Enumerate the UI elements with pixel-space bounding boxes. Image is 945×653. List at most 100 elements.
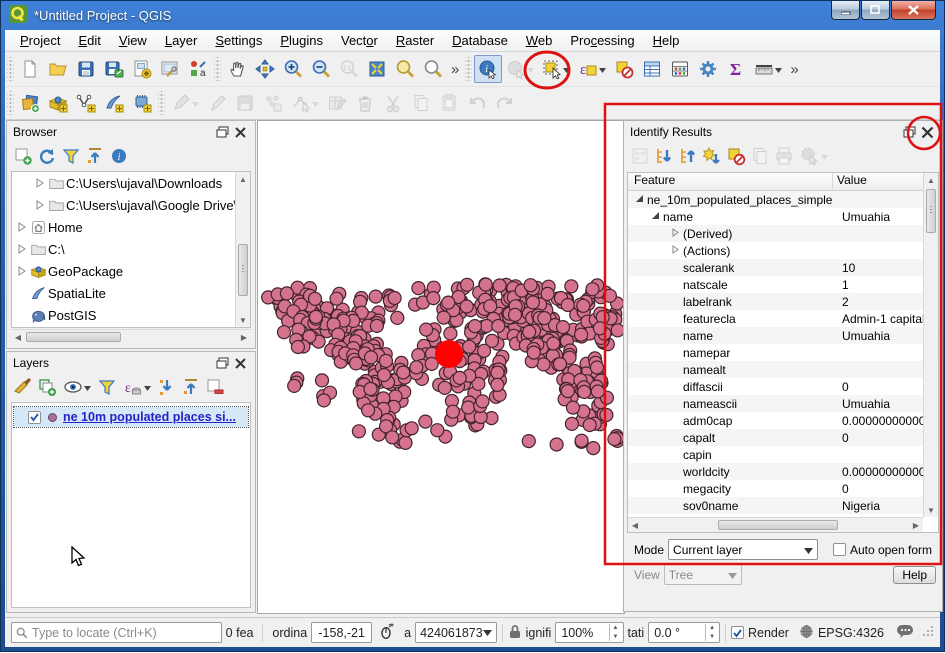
remove-layer-button[interactable] xyxy=(203,375,227,399)
new-layout-button[interactable] xyxy=(128,55,156,83)
identify-row[interactable]: featureclaAdmin-1 capital xyxy=(628,310,938,327)
filter-expression-button[interactable]: ε xyxy=(119,375,155,399)
messages-icon[interactable] xyxy=(896,624,914,641)
browser-item[interactable]: MSSQL xyxy=(12,326,250,328)
deselect-button[interactable] xyxy=(610,55,638,83)
refresh-button[interactable] xyxy=(35,144,59,168)
select-expression-button[interactable]: ε xyxy=(574,55,610,83)
float-panel-icon[interactable] xyxy=(213,124,231,140)
restore-button[interactable] xyxy=(861,1,890,20)
collapse-all-button[interactable] xyxy=(179,375,203,399)
auto-open-form-checkbox[interactable] xyxy=(833,543,846,556)
identify-vertical-scrollbar[interactable]: ▲▼ xyxy=(923,173,938,517)
mode-combobox[interactable]: Current layer xyxy=(668,539,818,560)
processing-toolbox-button[interactable] xyxy=(694,55,722,83)
locator-search-input[interactable]: Type to locate (Ctrl+K) xyxy=(11,622,222,643)
statistics-sum-button[interactable]: Σ xyxy=(722,55,750,83)
menu-processing[interactable]: Processing xyxy=(561,31,643,50)
magnifier-spinbox[interactable]: 100% ▲▼ xyxy=(555,622,623,643)
folder-open-button[interactable] xyxy=(44,55,72,83)
project-new-button[interactable] xyxy=(16,55,44,83)
layout-manager-button[interactable] xyxy=(156,55,184,83)
identify-row[interactable]: natscale1 xyxy=(628,276,938,293)
identify-row[interactable]: sov0nameNigeria xyxy=(628,497,938,514)
menu-plugins[interactable]: Plugins xyxy=(271,31,332,50)
zoom-selection-button[interactable] xyxy=(391,55,419,83)
lock-scale-icon[interactable] xyxy=(508,624,522,642)
save-button[interactable] xyxy=(72,55,100,83)
layer-item[interactable]: ne 10m populated places si... xyxy=(14,407,248,427)
column-header-feature[interactable]: Feature xyxy=(628,173,833,190)
float-panel-icon[interactable] xyxy=(900,124,918,140)
expand-all-button[interactable] xyxy=(155,375,179,399)
data-source-manager-button[interactable] xyxy=(16,89,44,117)
expander-icon[interactable] xyxy=(34,176,46,191)
new-shapefile-button[interactable] xyxy=(72,89,100,117)
scale-combobox[interactable]: 424061873 xyxy=(415,622,497,643)
styling-brush-button[interactable] xyxy=(11,375,35,399)
menu-vector[interactable]: Vector xyxy=(332,31,387,50)
browser-item[interactable]: SpatiaLite xyxy=(12,282,250,304)
browser-item[interactable]: C:\ xyxy=(12,238,250,260)
float-panel-icon[interactable] xyxy=(213,355,231,371)
select-features-button[interactable] xyxy=(538,55,574,83)
identify-button[interactable]: i xyxy=(474,55,502,83)
browser-vertical-scrollbar[interactable]: ▲▼ xyxy=(235,172,250,327)
toolbar-overflow[interactable]: » xyxy=(786,61,802,78)
add-selected-layers-button[interactable] xyxy=(11,144,35,168)
zoom-in-button[interactable] xyxy=(279,55,307,83)
identify-row[interactable]: megacity0 xyxy=(628,480,938,497)
layer-visibility-checkbox[interactable] xyxy=(28,411,41,424)
browser-item[interactable]: Home xyxy=(12,216,250,238)
mouse-tracking-icon[interactable] xyxy=(378,623,394,642)
filter-funnel-button[interactable] xyxy=(59,144,83,168)
identify-row[interactable]: capin xyxy=(628,446,938,463)
map-themes-button[interactable] xyxy=(59,375,95,399)
collapse-all-button[interactable] xyxy=(83,144,107,168)
menu-project[interactable]: Project xyxy=(11,31,69,50)
identify-row[interactable]: scalerank10 xyxy=(628,259,938,276)
browser-item[interactable]: C:\Users\ujaval\Google Drive\P xyxy=(12,194,250,216)
menu-layer[interactable]: Layer xyxy=(156,31,207,50)
identify-row[interactable]: namepar xyxy=(628,344,938,361)
expander-icon[interactable] xyxy=(650,211,660,222)
identify-row[interactable]: (Actions) xyxy=(628,242,938,259)
toolbar-overflow[interactable]: » xyxy=(447,61,463,78)
menu-web[interactable]: Web xyxy=(517,31,562,50)
expander-icon[interactable] xyxy=(16,242,28,257)
close-panel-icon[interactable] xyxy=(231,124,249,140)
identify-row[interactable]: worldcity0.00000000000 xyxy=(628,463,938,480)
field-calculator-button[interactable] xyxy=(666,55,694,83)
menu-help[interactable]: Help xyxy=(644,31,689,50)
save-as-button[interactable] xyxy=(100,55,128,83)
identify-row[interactable]: adm0cap0.00000000000 xyxy=(628,412,938,429)
menu-edit[interactable]: Edit xyxy=(69,31,109,50)
map-canvas[interactable] xyxy=(257,120,625,614)
identify-row[interactable]: capalt0 xyxy=(628,429,938,446)
menu-database[interactable]: Database xyxy=(443,31,517,50)
help-button[interactable]: Help xyxy=(893,566,936,584)
menu-raster[interactable]: Raster xyxy=(387,31,443,50)
expander-icon[interactable] xyxy=(634,194,644,205)
clear-results-button[interactable] xyxy=(724,144,748,168)
measure-button[interactable] xyxy=(750,55,786,83)
identify-row[interactable]: (Derived) xyxy=(628,225,938,242)
new-spatialite-button[interactable] xyxy=(100,89,128,117)
coordinate-input[interactable]: -158,-21 xyxy=(311,622,372,643)
add-group-button[interactable] xyxy=(35,375,59,399)
identify-row[interactable]: nameasciiUmuahia xyxy=(628,395,938,412)
expander-icon[interactable] xyxy=(34,198,46,213)
pan-selection-button[interactable] xyxy=(251,55,279,83)
identify-horizontal-scrollbar[interactable]: ◀▶ xyxy=(628,517,923,532)
rotation-spinbox[interactable]: 0.0 ° ▲▼ xyxy=(648,622,720,643)
browser-horizontal-scrollbar[interactable]: ◀▶ xyxy=(11,329,251,344)
new-geopackage-button[interactable] xyxy=(44,89,72,117)
zoom-layer-button[interactable] xyxy=(419,55,447,83)
attribute-table-button[interactable] xyxy=(638,55,666,83)
crs-globe-icon[interactable] xyxy=(799,624,814,642)
properties-info-button[interactable]: i xyxy=(107,144,131,168)
browser-item[interactable]: PostGIS xyxy=(12,304,250,326)
pan-button[interactable] xyxy=(223,55,251,83)
filter-funnel-button[interactable] xyxy=(95,375,119,399)
render-checkbox[interactable] xyxy=(731,626,744,639)
